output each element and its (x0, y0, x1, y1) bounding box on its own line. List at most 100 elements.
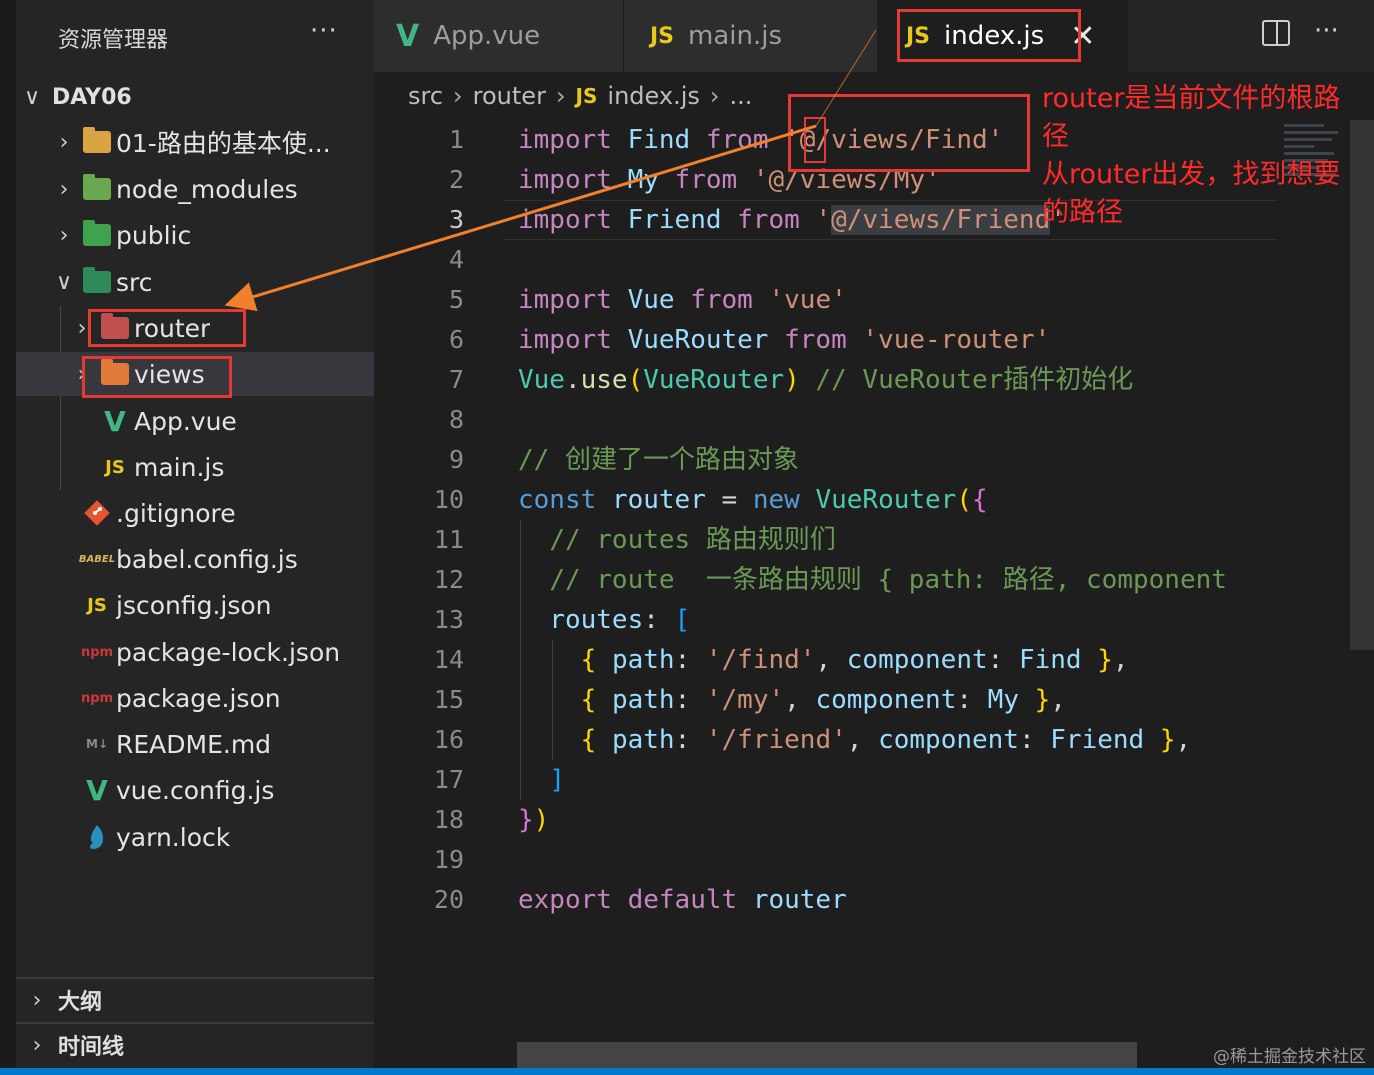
code-token: const (518, 485, 597, 515)
editor-more-icon[interactable]: ··· (1314, 16, 1339, 46)
code-token: router (611, 485, 706, 515)
explorer-sidebar: 资源管理器 ··· ∨ DAY06 › 01-路由的基本使... › node_… (0, 0, 374, 1068)
chevron-down-icon: ∨ (24, 84, 41, 110)
code-token: ] (549, 765, 565, 795)
code-line[interactable]: const router = new VueRouter({ (518, 480, 988, 520)
line-number: 7 (448, 365, 464, 394)
line-number: 19 (433, 845, 464, 874)
code-line[interactable]: import Friend from '@/views/Friend' (518, 200, 1066, 240)
explorer-more-icon[interactable]: ··· (310, 16, 338, 46)
tree-item-yarn-lock[interactable]: yarn.lock (16, 815, 374, 859)
tab-app-vue[interactable]: V App.vue (374, 0, 624, 72)
code-line[interactable]: export default router (518, 880, 847, 920)
tree-item-folder-01[interactable]: › 01-路由的基本使... (16, 120, 374, 164)
tree-item-app-vue[interactable]: V App.vue (16, 399, 374, 443)
tab-main-js[interactable]: JS main.js (624, 0, 878, 72)
tab-label: main.js (688, 21, 783, 51)
code-token: // VueRouter插件初始化 (815, 365, 1134, 395)
timeline-section[interactable]: › 时间线 (16, 1022, 374, 1066)
router-highlight-box (88, 309, 246, 347)
workspace-root[interactable]: ∨ DAY06 (24, 80, 132, 114)
outline-label: 大纲 (58, 990, 103, 1015)
chevron-right-icon: › (59, 222, 69, 248)
line-number: 15 (433, 685, 464, 714)
tree-item-src[interactable]: ∨ src (16, 260, 374, 304)
line-number: 18 (433, 805, 464, 834)
horizontal-scrollbar[interactable] (517, 1042, 1137, 1068)
code-line[interactable]: // 创建了一个路由对象 (518, 440, 799, 480)
vue-icon: V (396, 18, 420, 54)
code-token: from (737, 205, 800, 235)
code-token: , (846, 725, 879, 755)
code-line[interactable]: }) (518, 800, 549, 840)
code-token: import (518, 205, 612, 235)
code-line[interactable]: { path: '/find', component: Find }, (518, 640, 1129, 680)
chevron-right-icon: › (32, 987, 42, 1013)
code-line[interactable]: // routes 路由规则们 (518, 520, 836, 560)
code-token: path (611, 645, 675, 675)
tree-item-readme[interactable]: M↓ README.md (16, 722, 374, 766)
code-token: from (674, 165, 738, 195)
views-highlight-box (82, 356, 232, 398)
code-line[interactable]: routes: [ (518, 600, 690, 640)
code-token: new (752, 485, 800, 515)
code-token: : (956, 685, 988, 715)
js-icon: JS (575, 84, 598, 108)
tree-item-main-js[interactable]: JS main.js (16, 445, 374, 489)
annotation-line: router是当前文件的根路 (1042, 83, 1341, 114)
chevron-right-icon: › (59, 176, 69, 202)
line-number: 11 (433, 525, 464, 554)
tree-item-jsconfig[interactable]: JS jsconfig.json (16, 583, 374, 627)
line-number: 2 (448, 165, 464, 194)
tree-item-package-lock[interactable]: npm package-lock.json (16, 630, 374, 674)
code-token: Vue (518, 365, 565, 395)
code-token: path (611, 725, 675, 755)
tree-item-package-json[interactable]: npm package.json (16, 676, 374, 720)
tree-item-node-modules[interactable]: › node_modules (16, 167, 374, 211)
code-editor[interactable]: 1 2 3 4 5 6 7 8 9 10 11 12 13 14 15 16 1… (374, 94, 1374, 1068)
tree-item-vue-config[interactable]: V vue.config.js (16, 768, 374, 812)
tree-item-babel-config[interactable]: BABEL babel.config.js (16, 537, 374, 581)
split-editor-icon[interactable] (1262, 20, 1290, 46)
code-token: // 创建了一个路由对象 (518, 445, 799, 475)
tree-item-label: public (116, 220, 192, 250)
code-line[interactable]: import Vue from 'vue' (518, 280, 847, 320)
outline-section[interactable]: › 大纲 (16, 977, 374, 1021)
code-line[interactable]: import VueRouter from 'vue-router' (518, 320, 1050, 360)
code-line[interactable]: ] (518, 760, 565, 800)
tree-item-public[interactable]: › public (16, 213, 374, 257)
active-tab-highlight-box (897, 9, 1081, 62)
breadcrumb-ellipsis[interactable]: ... (729, 82, 752, 110)
tree-item-gitignore[interactable]: .gitignore (16, 491, 374, 535)
tree-item-label: jsconfig.json (116, 590, 272, 620)
chevron-right-icon: › (709, 82, 720, 110)
code-line[interactable]: // route 一条路由规则 { path: 路径, component (518, 560, 1227, 600)
breadcrumb-file[interactable]: index.js (607, 82, 699, 110)
code-line[interactable]: { path: '/friend', component: Friend }, (518, 720, 1192, 760)
annotation-line: 从router出发，找到想要 (1042, 159, 1341, 190)
code-line[interactable]: Vue.use(VueRouter) // VueRouter插件初始化 (518, 360, 1133, 400)
code-token: '/find' (705, 645, 816, 675)
code-token: from (784, 325, 847, 355)
code-token: , (1050, 685, 1066, 715)
tree-item-label: .gitignore (116, 498, 236, 528)
code-token: : (674, 725, 706, 755)
vertical-scrollbar[interactable] (1350, 120, 1374, 650)
tree-item-label: README.md (116, 729, 272, 759)
code-token: from (705, 125, 769, 155)
breadcrumb-item[interactable]: src (408, 82, 443, 110)
code-token: component (846, 645, 988, 675)
breadcrumb-item[interactable]: router (473, 82, 546, 110)
code-line[interactable]: { path: '/my', component: My }, (518, 680, 1066, 720)
